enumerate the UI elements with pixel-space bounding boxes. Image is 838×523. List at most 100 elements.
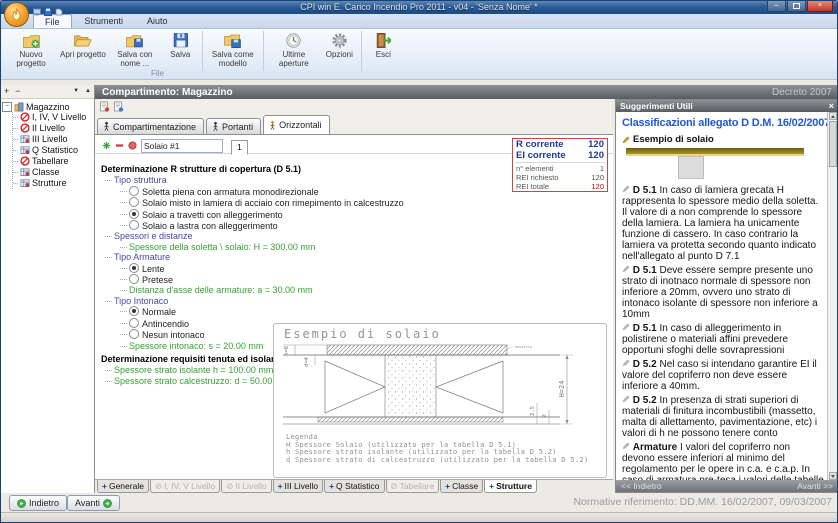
value-label: Distanza d'asse delle armature: a = 30.0… <box>129 285 313 295</box>
ribbon: Nuovo progetto Apri progettoSalva con nom… <box>1 29 837 80</box>
scroll-up-icon[interactable] <box>829 112 837 120</box>
tree-item-tabellare[interactable]: Tabellare <box>13 156 93 167</box>
suggestion-paragraph: D 5.2 Nel caso si intendano garantire EI… <box>622 359 824 392</box>
form-item[interactable]: Soletta piena con armatura monodireziona… <box>101 186 507 197</box>
tree-move-down-button[interactable]: ▼ <box>73 86 79 97</box>
form-item[interactable]: Pretese <box>101 274 507 285</box>
level-tab-generale[interactable]: +Generale <box>97 480 149 493</box>
ei-corrente-label: EI corrente <box>516 150 566 161</box>
ribbon-buttons: Nuovo progetto Apri progettoSalva con nom… <box>1 29 837 71</box>
solaio-page-tab[interactable]: 1 <box>231 140 248 155</box>
tab-compartimentazione[interactable]: Compartimentazione <box>97 118 204 134</box>
tree-root-magazzino[interactable]: − Magazzino <box>2 102 93 112</box>
scroll-down-icon[interactable] <box>829 472 837 480</box>
radio-solaio-a-lastra-con-alleggerimento[interactable] <box>129 220 139 230</box>
back-button[interactable]: Indietro <box>9 495 67 511</box>
radio-soletta-piena-con-armatura-monodirezionale[interactable] <box>129 186 139 196</box>
suggestions-scrollbar[interactable] <box>827 112 838 480</box>
form-item[interactable]: Solaio a lastra con alleggerimento <box>101 220 507 231</box>
suggestions-header-title: Suggerimenti Utili <box>620 101 693 111</box>
r-corrente-label: R corrente <box>516 139 564 150</box>
close-button[interactable]: × <box>807 1 833 12</box>
ribbon-button-esci[interactable]: Esci <box>365 31 402 60</box>
radio-antincendio[interactable] <box>129 318 139 328</box>
summary-row-label: n° elementi <box>516 164 554 173</box>
radio-solaio-a-travetti-con-alleggerimento[interactable] <box>129 209 139 219</box>
level-tab-classe[interactable]: +Classe <box>440 480 483 493</box>
ribbon-button-nuovo-progetto[interactable]: Nuovo progetto <box>4 31 58 68</box>
radio-solaio-misto-in-lamiera-di-acciaio-con-rimepimento-in-calcestruzzo[interactable] <box>129 197 139 207</box>
tab-portanti[interactable]: Portanti <box>206 118 261 134</box>
pencil-icon <box>622 185 630 193</box>
radio-label: Antincendio <box>142 319 189 329</box>
tree-item-ii-livello[interactable]: II Livello <box>13 123 93 134</box>
project-tree-panel: + − ▼ ▲ − Magazzino I, IV, V LivelloII L… <box>1 85 95 512</box>
radio-lente[interactable] <box>129 263 139 273</box>
tree-item-classe[interactable]: Classe <box>13 167 93 178</box>
form-item[interactable]: Solaio misto in lamiera di acciaio con r… <box>101 197 507 208</box>
decree-badge: Decreto 2007 <box>772 87 832 98</box>
tree-add-button[interactable]: + <box>4 86 9 97</box>
summary-row-value: 1 <box>600 164 604 173</box>
quick-access-icon-3[interactable] <box>55 3 63 11</box>
level-tab-iii-livello[interactable]: +III Livello <box>273 480 324 493</box>
copy-element-icon[interactable] <box>99 101 110 112</box>
quick-access-icon-1[interactable] <box>33 3 41 11</box>
form-item[interactable]: Lente <box>101 263 507 274</box>
group-label: Tipo Intonaco <box>114 296 168 306</box>
ribbon-button-apri-progetto[interactable]: Apri progetto <box>58 31 108 60</box>
suggestions-footer: << Indietro Avanti >> <box>616 480 838 492</box>
radio-label: Solaio a lastra con alleggerimento <box>142 221 278 231</box>
table-icon <box>20 145 30 155</box>
app-menu-button[interactable] <box>4 2 29 27</box>
level-tab-strutture[interactable]: +Strutture <box>484 480 537 493</box>
suggestions-next-button[interactable]: Avanti >> <box>797 481 833 491</box>
solaio-name-input[interactable] <box>141 139 223 153</box>
remove-solaio-icon[interactable] <box>115 141 124 150</box>
scrollbar-thumb[interactable] <box>829 121 837 167</box>
form-item[interactable]: Solaio a travetti con alleggerimento <box>101 209 507 220</box>
ribbon-button-salva-come-modello[interactable]: Salva come modello <box>206 31 260 68</box>
compartment-header: Compartimento: Magazzino Decreto 2007 <box>95 85 838 99</box>
radio-normale[interactable] <box>129 306 139 316</box>
compartment-title: Compartimento: Magazzino <box>102 87 233 98</box>
collapse-icon[interactable]: − <box>2 102 12 112</box>
level-tab-q-statistico[interactable]: +Q Statistico <box>324 480 384 493</box>
tree-remove-button[interactable]: − <box>15 86 20 97</box>
form-item: Tipo Armature <box>101 252 507 262</box>
suggestions-body: Classificazioni allegato D D.M. 16/02/20… <box>616 112 828 480</box>
group-label: Tipo struttura <box>114 175 167 185</box>
next-button[interactable]: Avanti <box>67 495 120 511</box>
ribbon-button-label: Nuovo progetto <box>16 50 45 68</box>
radio-pretese[interactable] <box>129 274 139 284</box>
close-suggestions-icon[interactable]: × <box>829 102 834 111</box>
main-content: 1 R corrente120 EI corrente120 n° elemen… <box>95 134 613 479</box>
suggestions-subtitle: Esempio di solaio <box>633 134 714 145</box>
tree-item-label: Tabellare <box>32 156 69 166</box>
tree-item-q-statistico[interactable]: Q Statistico <box>13 145 93 156</box>
ribbon-button-salva-con-nome[interactable]: Salva con nome ... <box>108 31 162 68</box>
paste-element-icon[interactable] <box>113 101 124 112</box>
maximize-button[interactable] <box>787 1 806 12</box>
tree-item-iii-livello[interactable]: III Livello <box>13 134 93 145</box>
tab-orizzontali[interactable]: Orizzontali <box>263 115 330 134</box>
tree-item-i-iv-v-livello[interactable]: I, IV, V Livello <box>13 112 93 123</box>
suggestions-back-button[interactable]: << Indietro <box>621 481 662 491</box>
form-item[interactable]: Normale <box>101 306 507 317</box>
tree-move-up-button[interactable]: ▲ <box>85 86 91 97</box>
quick-access-toolbar[interactable] <box>33 3 63 11</box>
minimize-button[interactable]: – <box>767 1 786 12</box>
ribbon-button-salva[interactable]: Salva <box>162 31 199 60</box>
ribbon-button-ultime-aperture[interactable]: Ultime aperture <box>267 31 321 68</box>
paragraph-lead: D 5.1 <box>633 265 657 276</box>
add-solaio-icon[interactable] <box>102 141 111 150</box>
tree-item-strutture[interactable]: Strutture <box>13 178 93 189</box>
pencil-icon <box>622 442 630 450</box>
ribbon-separator <box>361 31 362 71</box>
radio-nesun-intonaco[interactable] <box>129 329 139 339</box>
ribbon-tab-file[interactable]: File <box>33 14 72 28</box>
ribbon-button-opzioni[interactable]: Opzioni <box>321 31 358 60</box>
quick-access-icon-2[interactable] <box>44 3 52 11</box>
ribbon-tab-aiuto[interactable]: Aiuto <box>136 14 179 28</box>
ribbon-tab-strumenti[interactable]: Strumenti <box>74 14 135 28</box>
